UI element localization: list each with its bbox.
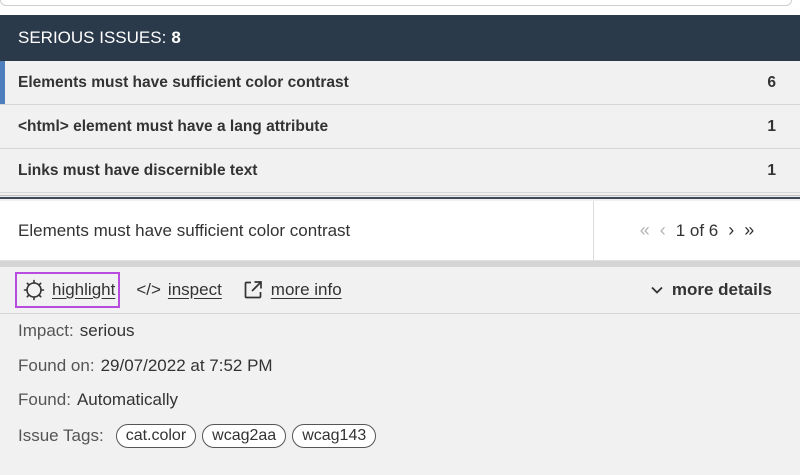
issue-tags-key: Issue Tags: (18, 425, 104, 445)
chevron-down-icon (650, 285, 664, 295)
first-page-button[interactable]: « (640, 220, 650, 241)
issue-count: 1 (767, 117, 776, 135)
issue-label: <html> element must have a lang attribut… (18, 117, 329, 135)
code-icon: </> (136, 280, 161, 299)
found-on-line: Found on: 29/07/2022 at 7:52 PM (18, 349, 800, 384)
more-details-toggle[interactable]: more details (650, 280, 772, 300)
issue-tag[interactable]: wcag143 (292, 423, 377, 448)
found-value: Automatically (76, 390, 179, 410)
external-link-icon (242, 279, 264, 301)
section-divider (0, 195, 800, 199)
issues-list: Elements must have sufficient color cont… (0, 61, 800, 193)
next-page-button[interactable]: › (728, 220, 734, 241)
issue-pager: « ‹ 1 of 6 › » (593, 201, 800, 260)
highlight-button[interactable]: highlight (15, 272, 121, 308)
highlight-icon (23, 279, 45, 301)
issue-label: Links must have discernible text (18, 161, 258, 179)
more-details-label: more details (671, 280, 772, 299)
issue-row-html-lang[interactable]: <html> element must have a lang attribut… (0, 105, 800, 149)
found-line: Found: Automatically (18, 383, 800, 418)
top-input-edge (0, 0, 800, 15)
inspect-button[interactable]: </> inspect (136, 280, 221, 300)
found-key: Found: (18, 390, 71, 410)
issue-count: 1 (767, 161, 776, 179)
issue-label: Elements must have sufficient color cont… (18, 73, 349, 91)
issue-tag[interactable]: wcag2aa (202, 423, 287, 448)
pager-status: 1 of 6 (675, 220, 719, 240)
issue-row-color-contrast[interactable]: Elements must have sufficient color cont… (0, 61, 800, 105)
header-count: 8 (171, 28, 181, 47)
header-title: SERIOUS ISSUES: (18, 28, 167, 47)
found-on-key: Found on: (18, 355, 95, 375)
found-on-value: 29/07/2022 at 7:52 PM (100, 355, 273, 375)
more-info-link[interactable]: more info (242, 279, 342, 301)
issue-detail-header: Elements must have sufficient color cont… (0, 201, 800, 261)
impact-key: Impact: (18, 321, 74, 341)
impact-line: Impact: serious (18, 314, 800, 349)
issue-row-link-text[interactable]: Links must have discernible text 1 (0, 149, 800, 193)
more-info-label: more info (270, 280, 342, 299)
inspect-label: inspect (167, 280, 222, 299)
issue-count: 6 (767, 73, 776, 91)
last-page-button[interactable]: » (744, 220, 754, 241)
issue-detail-title: Elements must have sufficient color cont… (18, 220, 351, 240)
highlight-label: highlight (52, 280, 116, 299)
prev-page-button[interactable]: ‹ (660, 220, 666, 241)
issue-info-panel: Impact: serious Found on: 29/07/2022 at … (0, 314, 800, 475)
issue-tags-line: Issue Tags: cat.color wcag2aa wcag143 (18, 418, 800, 453)
issue-toolbar: highlight </> inspect more info more det… (0, 267, 800, 314)
serious-issues-header: SERIOUS ISSUES: 8 (0, 15, 800, 61)
issue-tag[interactable]: cat.color (115, 423, 197, 448)
impact-value: serious (79, 321, 135, 341)
